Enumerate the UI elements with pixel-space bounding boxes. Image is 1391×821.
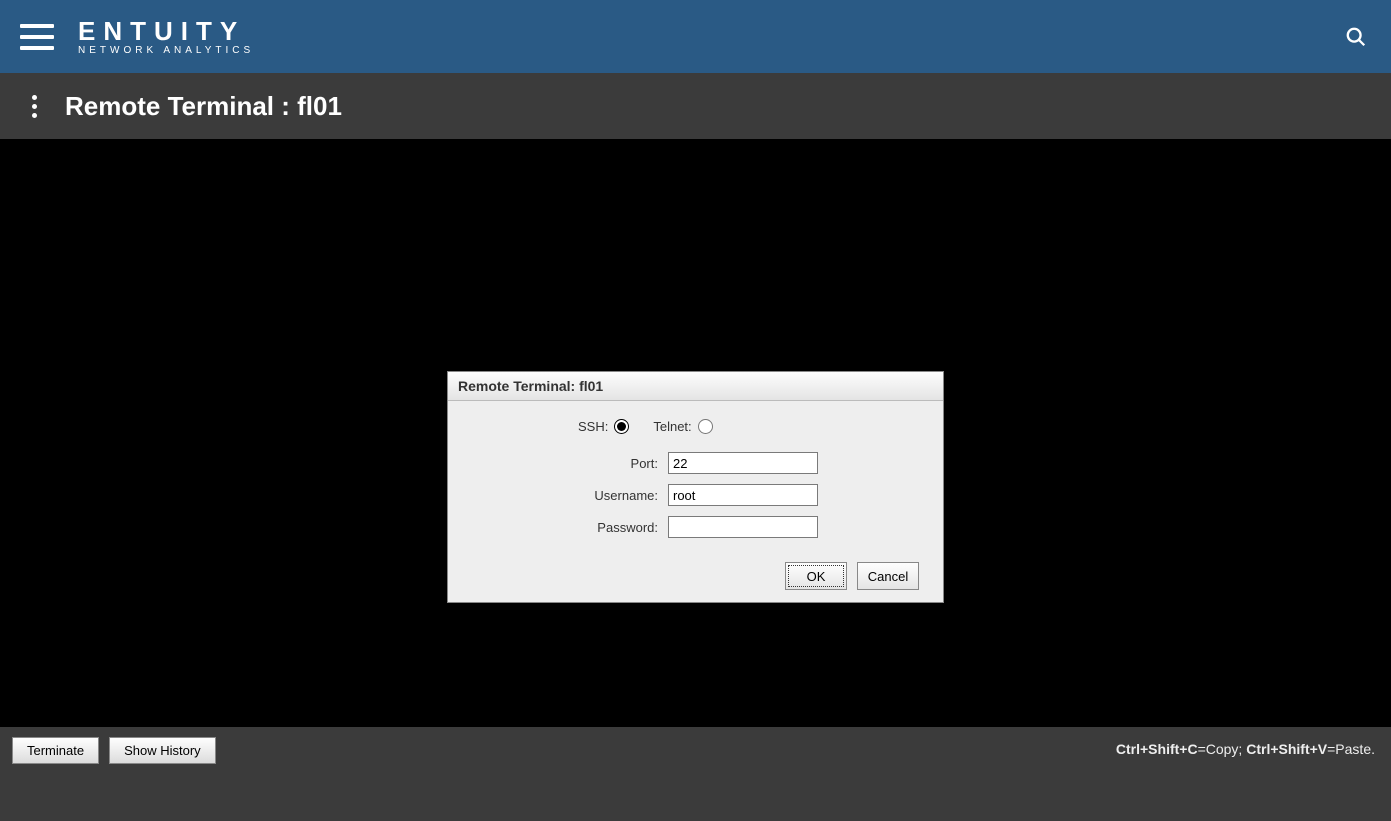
paste-shortcut-key: Ctrl+Shift+V	[1246, 741, 1327, 757]
password-label: Password:	[578, 520, 658, 535]
username-input[interactable]	[668, 484, 818, 506]
connection-dialog: Remote Terminal: fl01 SSH: Telnet: Port:…	[447, 371, 944, 603]
port-input[interactable]	[668, 452, 818, 474]
terminal-canvas[interactable]: Remote Terminal: fl01 SSH: Telnet: Port:…	[0, 139, 1391, 727]
ssh-label: SSH:	[578, 419, 608, 434]
terminate-button[interactable]: Terminate	[12, 737, 99, 764]
protocol-row: SSH: Telnet:	[468, 419, 923, 434]
bottom-buttons: Terminate Show History	[12, 737, 216, 764]
ok-button[interactable]: OK	[785, 562, 847, 590]
username-row: Username:	[468, 484, 923, 506]
top-header: ENTUITY NETWORK ANALYTICS	[0, 0, 1391, 73]
shortcut-hint: Ctrl+Shift+C=Copy; Ctrl+Shift+V=Paste.	[1116, 737, 1379, 757]
kebab-menu-icon[interactable]	[32, 95, 37, 118]
copy-shortcut-key: Ctrl+Shift+C	[1116, 741, 1198, 757]
sub-header: Remote Terminal : fl01	[0, 73, 1391, 139]
brand-logo: ENTUITY NETWORK ANALYTICS	[78, 18, 254, 56]
port-label: Port:	[578, 456, 658, 471]
bottom-bar: Terminate Show History Ctrl+Shift+C=Copy…	[0, 727, 1391, 821]
search-icon[interactable]	[1345, 26, 1367, 48]
menu-icon[interactable]	[20, 24, 54, 50]
dialog-buttons: OK Cancel	[468, 548, 923, 590]
copy-shortcut-text: =Copy;	[1198, 741, 1247, 757]
cancel-button[interactable]: Cancel	[857, 562, 919, 590]
paste-shortcut-text: =Paste.	[1327, 741, 1375, 757]
ssh-radio-group: SSH:	[578, 419, 629, 434]
username-label: Username:	[578, 488, 658, 503]
dialog-body: SSH: Telnet: Port: Username: Password:	[448, 401, 943, 602]
port-row: Port:	[468, 452, 923, 474]
ssh-radio[interactable]	[614, 419, 629, 434]
dialog-title: Remote Terminal: fl01	[448, 372, 943, 401]
brand-sub-text: NETWORK ANALYTICS	[78, 46, 254, 56]
telnet-radio-group: Telnet:	[653, 419, 712, 434]
password-input[interactable]	[668, 516, 818, 538]
brand-main-text: ENTUITY	[78, 18, 254, 44]
page-title: Remote Terminal : fl01	[65, 91, 342, 122]
show-history-button[interactable]: Show History	[109, 737, 216, 764]
telnet-radio[interactable]	[698, 419, 713, 434]
password-row: Password:	[468, 516, 923, 538]
telnet-label: Telnet:	[653, 419, 691, 434]
